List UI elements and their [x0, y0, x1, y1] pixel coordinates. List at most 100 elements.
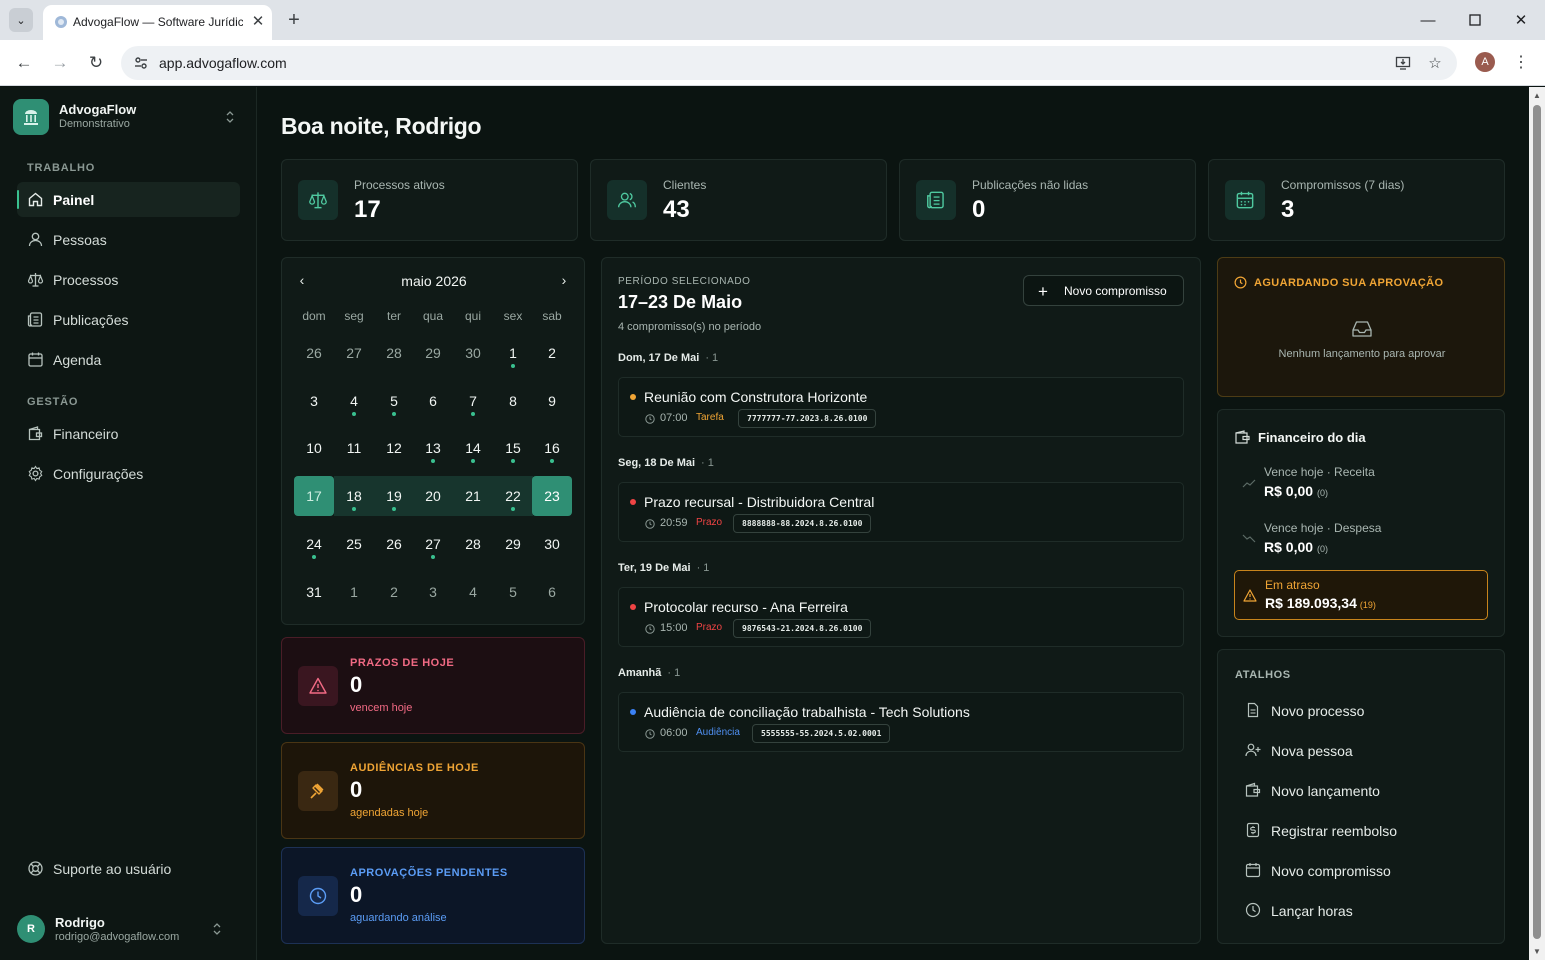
calendar-day[interactable]: 18	[334, 476, 374, 516]
calendar-day[interactable]: 5	[374, 381, 414, 421]
calendar-day[interactable]: 11	[334, 428, 374, 468]
maximize-button[interactable]	[1463, 8, 1487, 32]
summary-card-prazos[interactable]: PRAZOS DE HOJE 0 vencem hoje	[281, 637, 585, 734]
summary-card-audiencias[interactable]: AUDIÊNCIAS DE HOJE 0 agendadas hoje	[281, 742, 585, 839]
minimize-button[interactable]: —	[1416, 8, 1440, 32]
agenda-event[interactable]: Reunião com Construtora Horizonte 07:00 Ta…	[618, 377, 1184, 437]
calendar-day[interactable]: 12	[374, 428, 414, 468]
stat-card-publicacoes[interactable]: Publicações não lidas 0	[899, 159, 1196, 241]
calendar-day[interactable]: 22	[493, 476, 533, 516]
summary-card-aprovacoes[interactable]: APROVAÇÕES PENDENTES 0 aguardando anális…	[281, 847, 585, 944]
calendar-day[interactable]: 2	[532, 333, 572, 373]
sidebar-item-financeiro[interactable]: Financeiro	[17, 416, 240, 451]
stat-card-processos[interactable]: Processos ativos 17	[281, 159, 578, 241]
process-number-badge[interactable]: 7777777-77.2023.8.26.0100	[738, 409, 877, 428]
agenda-event[interactable]: Audiência de conciliação trabalhista - T…	[618, 692, 1184, 752]
back-button[interactable]: ←	[12, 51, 36, 75]
calendar-day[interactable]: 3	[413, 572, 453, 612]
event-type-tag: Prazo	[696, 622, 723, 633]
shortcut-new-entry[interactable]: Novo lançamento	[1235, 776, 1489, 804]
calendar-day[interactable]: 1	[334, 572, 374, 612]
agenda-event[interactable]: Prazo recursal - Distribuidora Central 20…	[618, 482, 1184, 542]
calendar-day[interactable]: 24	[294, 524, 334, 564]
address-bar[interactable]: app.advogaflow.com ☆	[121, 46, 1457, 80]
calendar-day[interactable]: 31	[294, 572, 334, 612]
shortcut-new-process[interactable]: Novo processo	[1235, 696, 1489, 724]
close-window-button[interactable]: ✕	[1509, 8, 1533, 32]
shortcut-new-appointment[interactable]: Novo compromisso	[1235, 856, 1489, 884]
calendar-day[interactable]: 10	[294, 428, 334, 468]
calendar-day[interactable]: 3	[294, 381, 334, 421]
new-appointment-button[interactable]: + Novo compromisso	[1023, 275, 1184, 306]
calendar-day[interactable]: 14	[453, 428, 493, 468]
tab-search-button[interactable]: ⌄	[9, 8, 33, 32]
calendar-day[interactable]: 26	[374, 524, 414, 564]
profile-avatar[interactable]: A	[1475, 52, 1495, 72]
page-scrollbar[interactable]: ▲ ▼	[1529, 87, 1545, 960]
process-number-badge[interactable]: 8888888-88.2024.8.26.0100	[733, 514, 872, 533]
calendar-day[interactable]: 1	[493, 333, 533, 373]
calendar-day[interactable]: 25	[334, 524, 374, 564]
new-tab-button[interactable]: +	[282, 8, 306, 32]
calendar-day[interactable]: 4	[334, 381, 374, 421]
calendar-day[interactable]: 8	[493, 381, 533, 421]
calendar-day[interactable]: 15	[493, 428, 533, 468]
sidebar-item-pessoas[interactable]: Pessoas	[17, 222, 240, 257]
scroll-up-icon[interactable]: ▲	[1532, 90, 1542, 100]
calendar-day[interactable]: 9	[532, 381, 572, 421]
tab-close-icon[interactable]: ✕	[248, 11, 268, 31]
calendar-day[interactable]: 6	[532, 572, 572, 612]
bookmark-star-icon[interactable]: ☆	[1426, 54, 1444, 72]
reload-button[interactable]: ↻	[84, 51, 108, 75]
agenda-event[interactable]: Protocolar recurso - Ana Ferreira 15:00 Pr…	[618, 587, 1184, 647]
forward-button[interactable]: →	[48, 51, 72, 75]
stat-card-clientes[interactable]: Clientes 43	[590, 159, 887, 241]
calendar-day[interactable]: 26	[294, 333, 334, 373]
calendar-day[interactable]: 27	[413, 524, 453, 564]
calendar-day[interactable]: 16	[532, 428, 572, 468]
calendar-day[interactable]: 2	[374, 572, 414, 612]
scroll-down-icon[interactable]: ▼	[1532, 946, 1542, 956]
calendar-day[interactable]: 30	[532, 524, 572, 564]
calendar-day[interactable]: 28	[453, 524, 493, 564]
stat-card-compromissos[interactable]: Compromissos (7 dias) 3	[1208, 159, 1505, 241]
sidebar-item-processos[interactable]: Processos	[17, 262, 240, 297]
shortcut-log-hours[interactable]: Lançar horas	[1235, 896, 1489, 924]
calendar-day[interactable]: 4	[453, 572, 493, 612]
process-number-badge[interactable]: 9876543-21.2024.8.26.0100	[733, 619, 872, 638]
overdue-box[interactable]: Em atraso R$ 189.093,34 (19)	[1234, 570, 1488, 620]
calendar-day[interactable]: 19	[374, 476, 414, 516]
process-number-badge[interactable]: 5555555-55.2024.5.02.0001	[752, 724, 891, 743]
calendar-day[interactable]: 17	[294, 476, 334, 516]
browser-menu-icon[interactable]: ⋮	[1512, 51, 1530, 73]
calendar-day[interactable]: 28	[374, 333, 414, 373]
calendar-day[interactable]: 6	[413, 381, 453, 421]
calendar-day[interactable]: 29	[413, 333, 453, 373]
calendar-day[interactable]: 5	[493, 572, 533, 612]
sidebar-item-painel[interactable]: Painel	[17, 182, 240, 217]
scrollbar-thumb[interactable]	[1533, 105, 1541, 939]
site-info-icon[interactable]	[133, 55, 149, 71]
calendar-day[interactable]: 29	[493, 524, 533, 564]
org-switcher[interactable]: AdvogaFlow Demonstrativo	[13, 99, 243, 135]
install-app-icon[interactable]	[1394, 54, 1412, 72]
stat-label: Clientes	[663, 178, 707, 192]
next-month-button[interactable]: ›	[554, 270, 574, 290]
sidebar-item-agenda[interactable]: Agenda	[17, 342, 240, 377]
users-icon	[607, 180, 647, 220]
calendar-day-number: 16	[544, 440, 560, 456]
calendar-day[interactable]: 30	[453, 333, 493, 373]
sidebar-item-publicacoes[interactable]: Publicações	[17, 302, 240, 337]
calendar-day[interactable]: 23	[532, 476, 572, 516]
calendar-day[interactable]: 21	[453, 476, 493, 516]
browser-tab[interactable]: AdvogaFlow — Software Jurídico ✕	[43, 5, 272, 40]
shortcut-new-person[interactable]: Nova pessoa	[1235, 736, 1489, 764]
calendar-day[interactable]: 27	[334, 333, 374, 373]
support-link[interactable]: Suporte ao usuário	[17, 851, 240, 886]
sidebar-item-configuracoes[interactable]: Configurações	[17, 456, 240, 491]
calendar-day[interactable]: 13	[413, 428, 453, 468]
calendar-day[interactable]: 7	[453, 381, 493, 421]
user-menu[interactable]: R Rodrigo rodrigo@advogaflow.com	[17, 913, 247, 945]
calendar-day[interactable]: 20	[413, 476, 453, 516]
shortcut-reimbursement[interactable]: Registrar reembolso	[1235, 816, 1489, 844]
